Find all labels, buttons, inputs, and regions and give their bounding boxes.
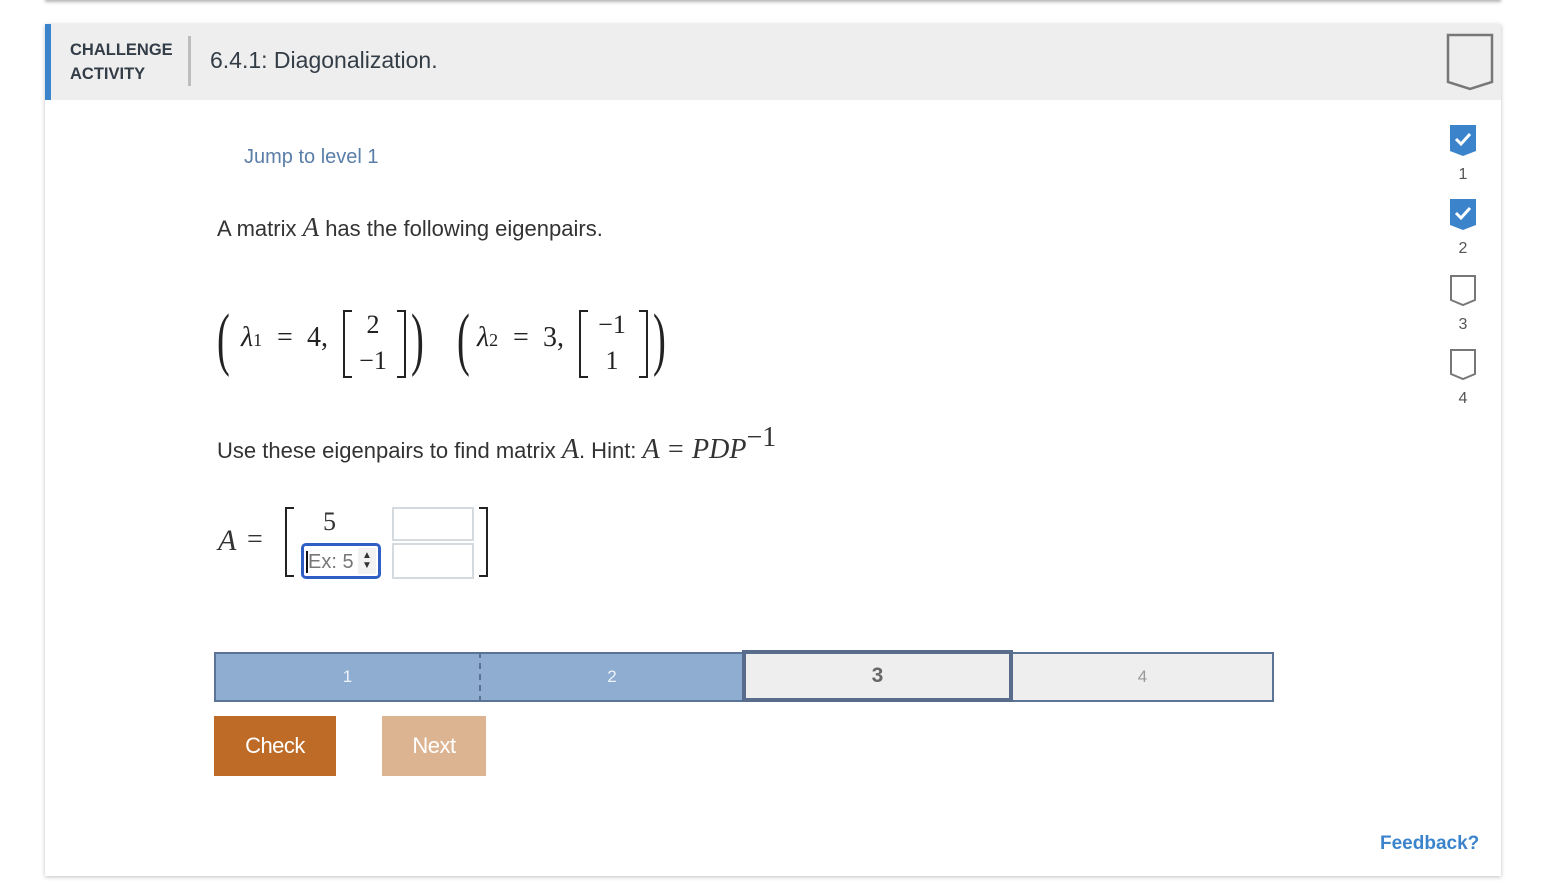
sidebar-level-3[interactable]: 3 xyxy=(1440,274,1486,348)
matrix-input-a22[interactable] xyxy=(392,543,474,579)
eigenpair-1: ( λ1 = 4, 2 −1 ) xyxy=(217,300,437,400)
vector-right-bracket xyxy=(397,310,406,378)
activity-kind: CHALLENGE ACTIVITY xyxy=(70,38,173,86)
prompt-text: A matrix xyxy=(217,216,303,241)
hint-label: . Hint: xyxy=(578,438,643,463)
jump-to-level-link[interactable]: Jump to level 1 xyxy=(244,146,379,169)
vector-entry-2: 1 xyxy=(605,346,619,375)
hint-formula: A = PDP xyxy=(642,434,747,465)
vector-entry-1: −1 xyxy=(598,310,626,339)
empty-bookmark-icon xyxy=(1450,349,1476,381)
prompt-text-end: has the following eigenpairs. xyxy=(319,216,603,241)
checked-bookmark-icon xyxy=(1450,125,1476,156)
bookmark-outline-icon[interactable] xyxy=(1445,32,1495,92)
level-1-tab[interactable]: 1 xyxy=(214,652,481,702)
vector-entry-1: 2 xyxy=(366,310,380,339)
spinner-icon[interactable]: ▲ ▼ xyxy=(358,548,376,574)
matrix-left-bracket xyxy=(285,507,294,577)
eigenvalue: 4, xyxy=(307,322,328,353)
checked-bookmark-icon xyxy=(1450,199,1476,230)
input-placeholder: Ex: 5 xyxy=(306,551,354,573)
activity-header: CHALLENGE ACTIVITY 6.4.1: Diagonalizatio… xyxy=(45,24,1501,100)
matrix-right-bracket xyxy=(479,507,488,577)
equals-sign: = xyxy=(513,322,529,353)
answer-equals: = xyxy=(247,524,263,555)
header-divider xyxy=(188,36,191,86)
eigenpair-2: ( λ2 = 3, −1 1 ) xyxy=(457,300,677,400)
right-paren: ) xyxy=(411,301,424,378)
matrix-entry-a11: 5 xyxy=(323,507,336,536)
empty-bookmark-icon xyxy=(1450,275,1476,307)
sidebar-level-2[interactable]: 2 xyxy=(1440,198,1486,272)
equals-sign: = xyxy=(277,322,293,353)
sidebar-level-number: 1 xyxy=(1458,166,1468,183)
vector-right-bracket xyxy=(639,310,648,378)
activity-title: 6.4.1: Diagonalization. xyxy=(210,47,438,73)
kind-line-2: ACTIVITY xyxy=(70,65,146,83)
next-button[interactable]: Next xyxy=(382,716,486,776)
left-paren: ( xyxy=(457,301,470,378)
vector-entry-2: −1 xyxy=(359,346,387,375)
right-paren: ) xyxy=(653,301,666,378)
left-paren: ( xyxy=(217,301,230,378)
challenge-activity-card: CHALLENGE ACTIVITY 6.4.1: Diagonalizatio… xyxy=(45,24,1501,876)
matrix-input-a12[interactable] xyxy=(392,507,474,541)
feedback-link[interactable]: Feedback? xyxy=(1380,833,1479,855)
kind-line-1: CHALLENGE xyxy=(70,41,173,59)
instruction-text: Use these eigenpairs to find matrix A. H… xyxy=(217,422,776,466)
lambda-symbol: λ1 xyxy=(241,322,263,353)
problem-prompt: A matrix A has the following eigenpairs. xyxy=(217,212,603,243)
check-button[interactable]: Check xyxy=(214,716,336,776)
sidebar-level-number: 4 xyxy=(1458,390,1468,407)
eigenvalue: 3, xyxy=(543,322,564,353)
hint-superscript: −1 xyxy=(746,422,777,453)
level-3-tab[interactable]: 3 xyxy=(742,650,1013,702)
sidebar-level-number: 3 xyxy=(1458,316,1468,333)
level-progress-bar: 1 2 3 4 xyxy=(214,650,1274,702)
answer-matrix: A = 5 Ex: 5 ▲ ▼ xyxy=(217,502,617,612)
sidebar-level-4[interactable]: 4 xyxy=(1440,348,1486,422)
level-2-tab[interactable]: 2 xyxy=(481,652,743,702)
matrix-var: A xyxy=(561,434,579,465)
level-4-tab[interactable]: 4 xyxy=(1013,652,1274,702)
lambda-symbol: λ2 xyxy=(477,322,499,353)
sidebar-level-1[interactable]: 1 xyxy=(1440,124,1486,198)
answer-lhs: A xyxy=(218,524,237,557)
matrix-var: A xyxy=(302,212,320,242)
sidebar-level-number: 2 xyxy=(1458,240,1468,257)
matrix-input-a21[interactable]: Ex: 5 ▲ ▼ xyxy=(301,543,381,579)
instruction-body: Use these eigenpairs to find matrix xyxy=(217,438,562,463)
